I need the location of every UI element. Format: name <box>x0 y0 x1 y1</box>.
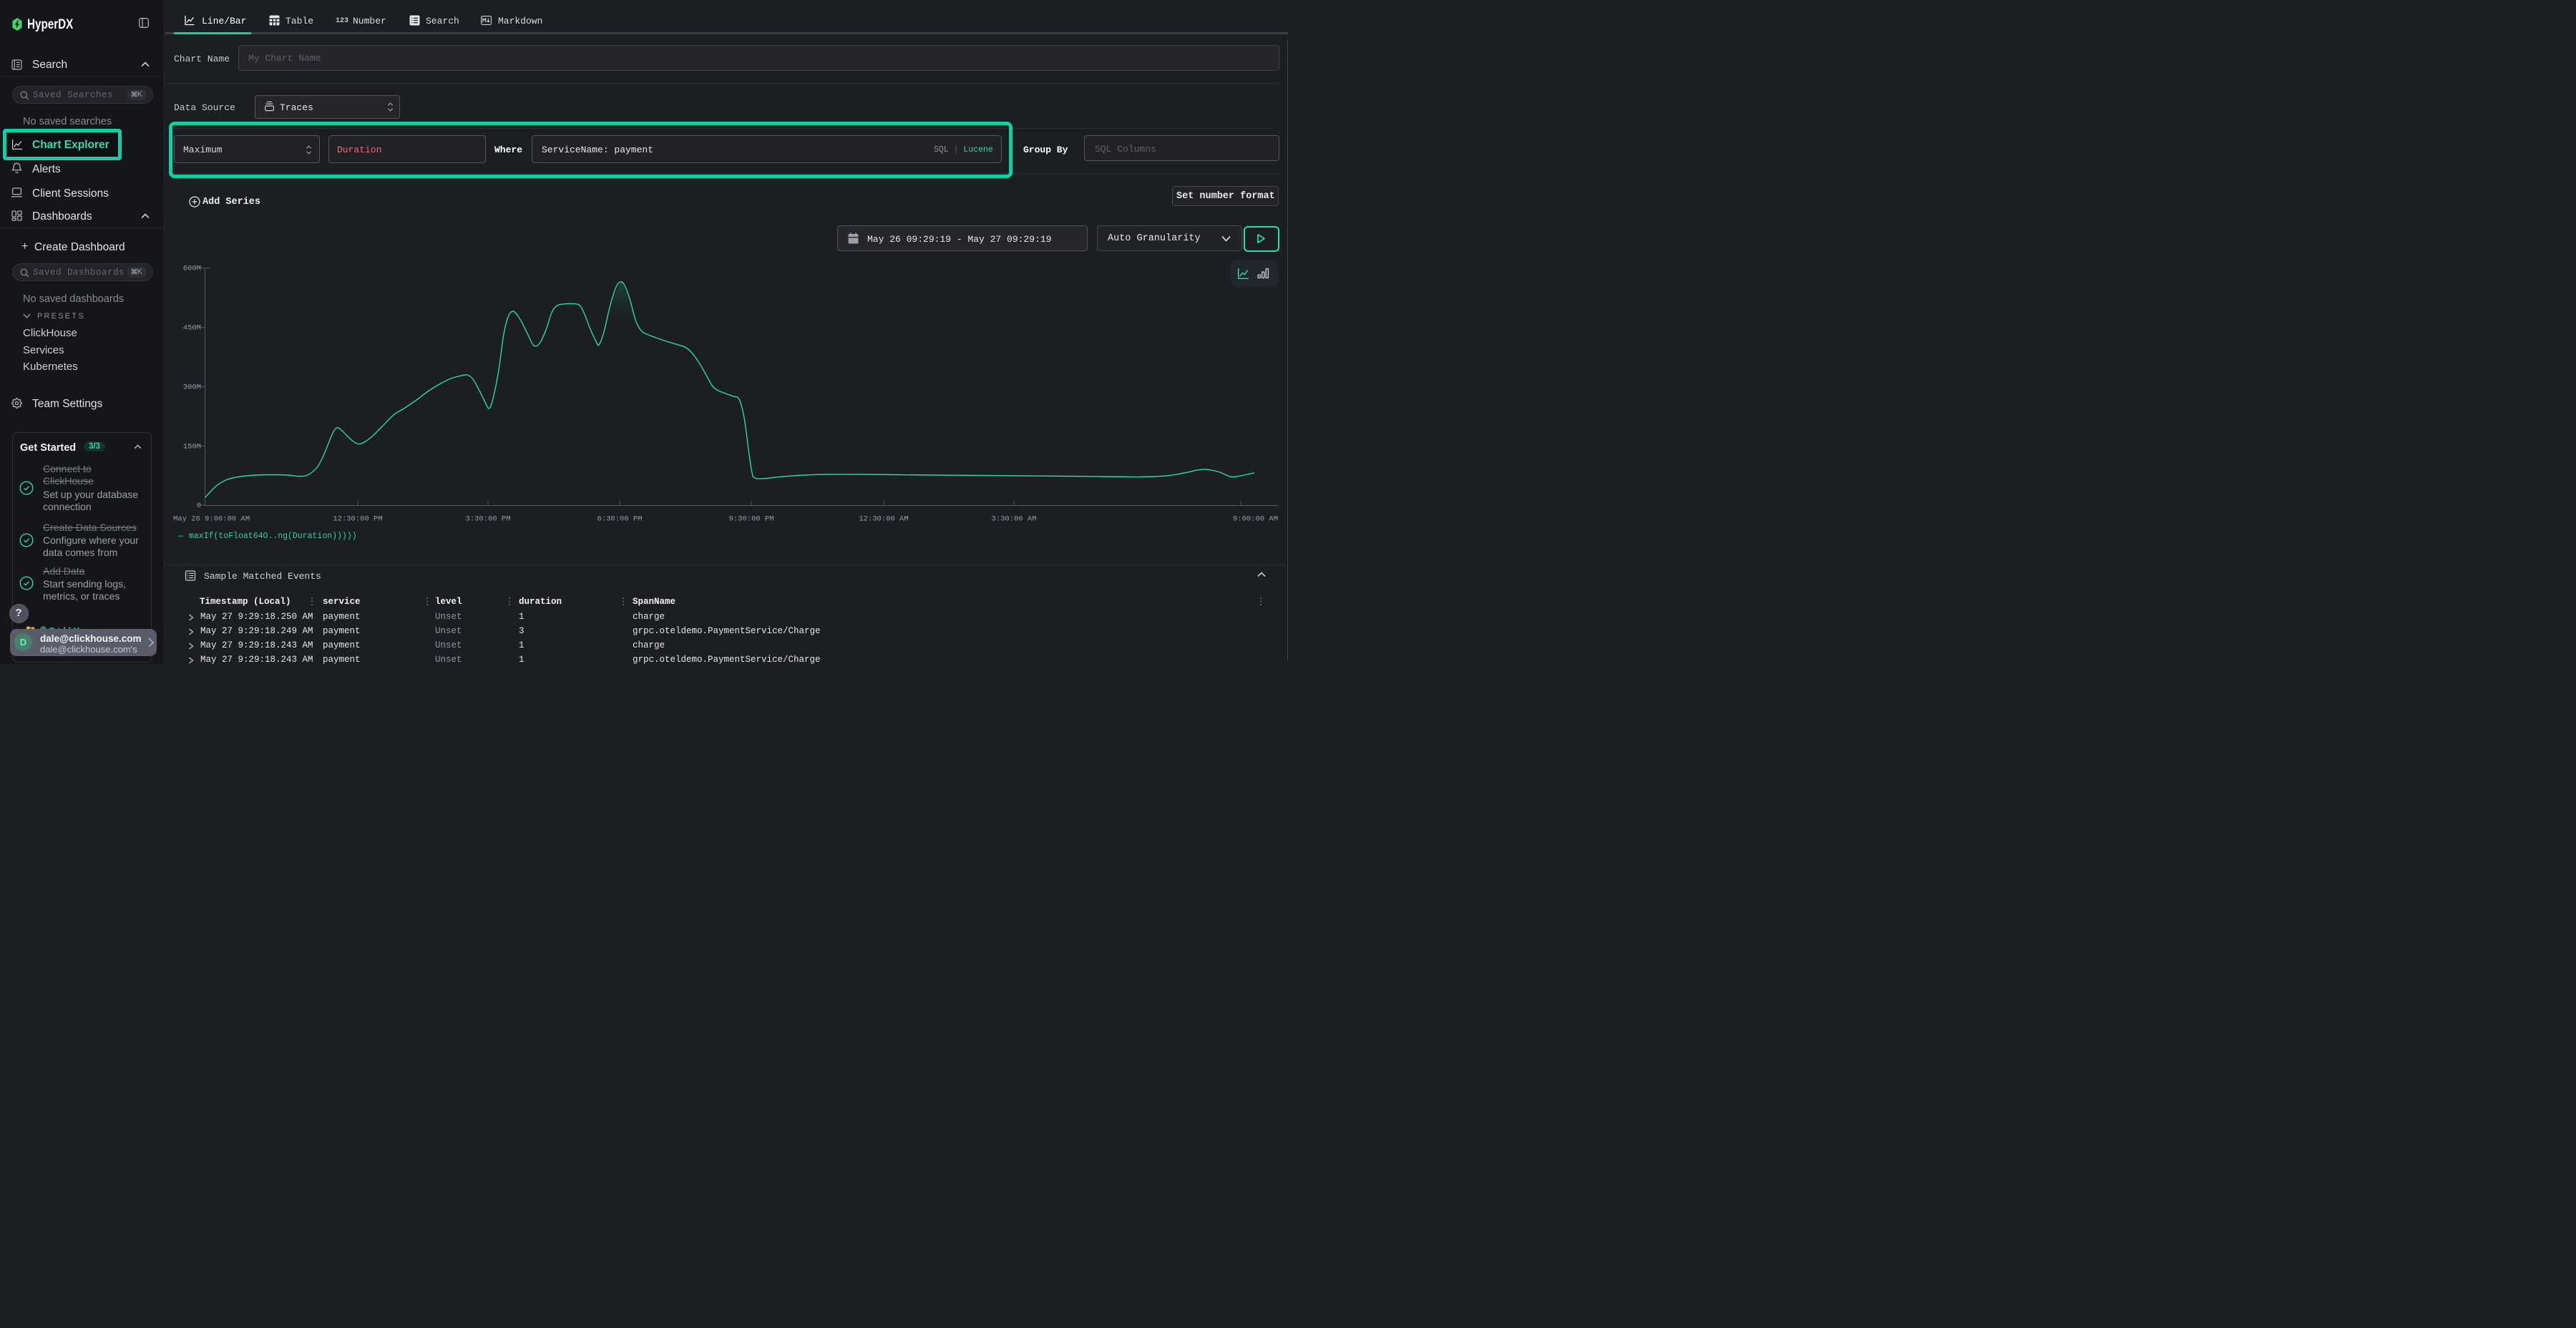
svg-text:600M: 600M <box>183 265 201 273</box>
svg-text:3:30:00 AM: 3:30:00 AM <box>991 515 1036 524</box>
svg-text:6:30:00 PM: 6:30:00 PM <box>597 515 642 524</box>
svg-text:—: — <box>177 532 183 541</box>
svg-text:9:30:00 PM: 9:30:00 PM <box>728 515 774 524</box>
svg-text:300M: 300M <box>183 384 201 392</box>
svg-text:3:30:00 PM: 3:30:00 PM <box>465 515 510 524</box>
svg-text:450M: 450M <box>183 324 201 333</box>
svg-text:12:30:00 PM: 12:30:00 PM <box>333 515 382 524</box>
svg-text:12:30:00 AM: 12:30:00 AM <box>859 515 908 524</box>
svg-text:9:00:00 AM: 9:00:00 AM <box>1233 515 1278 524</box>
svg-text:0: 0 <box>197 502 201 510</box>
svg-text:150M: 150M <box>183 443 201 451</box>
svg-text:May 26 9:00:00 AM: May 26 9:00:00 AM <box>173 515 250 524</box>
svg-text:maxIf(toFloat64O..ng(Duration): maxIf(toFloat64O..ng(Duration))))) <box>189 532 357 541</box>
